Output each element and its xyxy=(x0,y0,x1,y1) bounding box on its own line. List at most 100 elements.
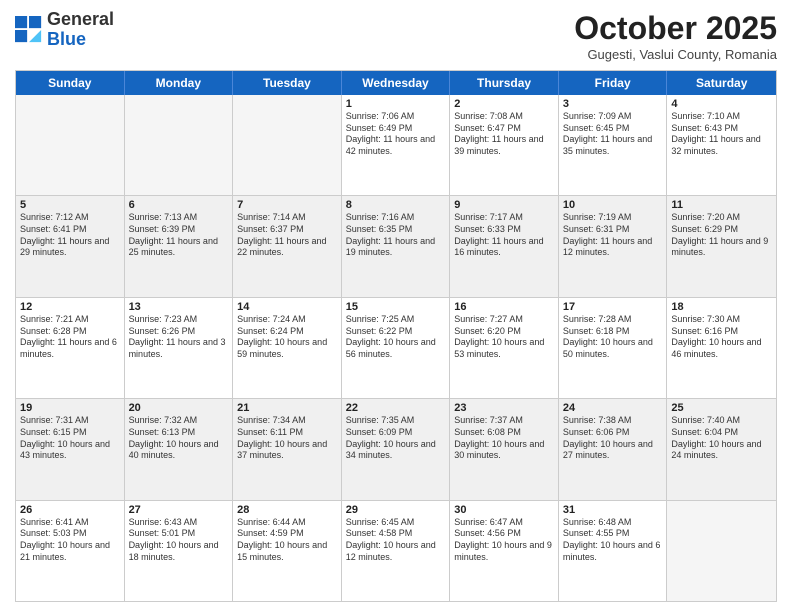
daylight-line: Daylight: 11 hours and 6 minutes. xyxy=(20,337,120,360)
sunrise-line: Sunrise: 7:17 AM xyxy=(454,212,554,224)
sunset-line: Sunset: 6:29 PM xyxy=(671,224,772,236)
calendar-week-5: 26Sunrise: 6:41 AMSunset: 5:03 PMDayligh… xyxy=(16,501,776,601)
sunrise-line: Sunrise: 7:37 AM xyxy=(454,415,554,427)
sunrise-line: Sunrise: 6:45 AM xyxy=(346,517,446,529)
daylight-line: Daylight: 10 hours and 24 minutes. xyxy=(671,439,772,462)
sunset-line: Sunset: 6:24 PM xyxy=(237,326,337,338)
calendar-cell: 7Sunrise: 7:14 AMSunset: 6:37 PMDaylight… xyxy=(233,196,342,296)
sunrise-line: Sunrise: 7:09 AM xyxy=(563,111,663,123)
daylight-line: Daylight: 10 hours and 37 minutes. xyxy=(237,439,337,462)
daylight-line: Daylight: 10 hours and 59 minutes. xyxy=(237,337,337,360)
daylight-line: Daylight: 10 hours and 9 minutes. xyxy=(454,540,554,563)
day-number: 11 xyxy=(671,199,772,211)
day-number: 18 xyxy=(671,301,772,313)
daylight-line: Daylight: 10 hours and 40 minutes. xyxy=(129,439,229,462)
calendar-cell: 30Sunrise: 6:47 AMSunset: 4:56 PMDayligh… xyxy=(450,501,559,601)
day-number: 17 xyxy=(563,301,663,313)
daylight-line: Daylight: 10 hours and 53 minutes. xyxy=(454,337,554,360)
sunrise-line: Sunrise: 7:20 AM xyxy=(671,212,772,224)
daylight-line: Daylight: 11 hours and 3 minutes. xyxy=(129,337,229,360)
day-number: 19 xyxy=(20,402,120,414)
header-day-friday: Friday xyxy=(559,71,668,95)
calendar-cell: 22Sunrise: 7:35 AMSunset: 6:09 PMDayligh… xyxy=(342,399,451,499)
sunset-line: Sunset: 4:59 PM xyxy=(237,528,337,540)
sunrise-line: Sunrise: 7:13 AM xyxy=(129,212,229,224)
calendar-cell: 25Sunrise: 7:40 AMSunset: 6:04 PMDayligh… xyxy=(667,399,776,499)
daylight-line: Daylight: 10 hours and 43 minutes. xyxy=(20,439,120,462)
day-number: 10 xyxy=(563,199,663,211)
sunrise-line: Sunrise: 7:28 AM xyxy=(563,314,663,326)
day-number: 15 xyxy=(346,301,446,313)
calendar-cell: 24Sunrise: 7:38 AMSunset: 6:06 PMDayligh… xyxy=(559,399,668,499)
daylight-line: Daylight: 10 hours and 6 minutes. xyxy=(563,540,663,563)
location-subtitle: Gugesti, Vaslui County, Romania xyxy=(574,47,777,62)
daylight-line: Daylight: 10 hours and 18 minutes. xyxy=(129,540,229,563)
day-number: 21 xyxy=(237,402,337,414)
daylight-line: Daylight: 11 hours and 25 minutes. xyxy=(129,236,229,259)
calendar-cell: 27Sunrise: 6:43 AMSunset: 5:01 PMDayligh… xyxy=(125,501,234,601)
calendar-cell: 20Sunrise: 7:32 AMSunset: 6:13 PMDayligh… xyxy=(125,399,234,499)
calendar-week-2: 5Sunrise: 7:12 AMSunset: 6:41 PMDaylight… xyxy=(16,196,776,297)
header-day-monday: Monday xyxy=(125,71,234,95)
daylight-line: Daylight: 11 hours and 19 minutes. xyxy=(346,236,446,259)
calendar-cell: 16Sunrise: 7:27 AMSunset: 6:20 PMDayligh… xyxy=(450,298,559,398)
logo: General Blue xyxy=(15,10,114,50)
sunset-line: Sunset: 6:33 PM xyxy=(454,224,554,236)
calendar-cell xyxy=(125,95,234,195)
sunset-line: Sunset: 6:26 PM xyxy=(129,326,229,338)
calendar-cell: 8Sunrise: 7:16 AMSunset: 6:35 PMDaylight… xyxy=(342,196,451,296)
sunset-line: Sunset: 6:11 PM xyxy=(237,427,337,439)
sunrise-line: Sunrise: 6:44 AM xyxy=(237,517,337,529)
calendar-cell: 31Sunrise: 6:48 AMSunset: 4:55 PMDayligh… xyxy=(559,501,668,601)
daylight-line: Daylight: 10 hours and 30 minutes. xyxy=(454,439,554,462)
sunrise-line: Sunrise: 7:27 AM xyxy=(454,314,554,326)
day-number: 12 xyxy=(20,301,120,313)
calendar-body: 1Sunrise: 7:06 AMSunset: 6:49 PMDaylight… xyxy=(16,95,776,601)
day-number: 2 xyxy=(454,98,554,110)
calendar-cell: 11Sunrise: 7:20 AMSunset: 6:29 PMDayligh… xyxy=(667,196,776,296)
sunset-line: Sunset: 6:22 PM xyxy=(346,326,446,338)
calendar-cell: 29Sunrise: 6:45 AMSunset: 4:58 PMDayligh… xyxy=(342,501,451,601)
sunset-line: Sunset: 6:35 PM xyxy=(346,224,446,236)
sunset-line: Sunset: 6:43 PM xyxy=(671,123,772,135)
sunrise-line: Sunrise: 7:14 AM xyxy=(237,212,337,224)
daylight-line: Daylight: 11 hours and 29 minutes. xyxy=(20,236,120,259)
sunset-line: Sunset: 5:01 PM xyxy=(129,528,229,540)
calendar-cell: 4Sunrise: 7:10 AMSunset: 6:43 PMDaylight… xyxy=(667,95,776,195)
sunrise-line: Sunrise: 6:47 AM xyxy=(454,517,554,529)
day-number: 5 xyxy=(20,199,120,211)
day-number: 24 xyxy=(563,402,663,414)
day-number: 29 xyxy=(346,504,446,516)
sunset-line: Sunset: 6:09 PM xyxy=(346,427,446,439)
sunrise-line: Sunrise: 7:08 AM xyxy=(454,111,554,123)
day-number: 3 xyxy=(563,98,663,110)
calendar: SundayMondayTuesdayWednesdayThursdayFrid… xyxy=(15,70,777,602)
calendar-cell: 28Sunrise: 6:44 AMSunset: 4:59 PMDayligh… xyxy=(233,501,342,601)
day-number: 27 xyxy=(129,504,229,516)
daylight-line: Daylight: 11 hours and 16 minutes. xyxy=(454,236,554,259)
calendar-week-3: 12Sunrise: 7:21 AMSunset: 6:28 PMDayligh… xyxy=(16,298,776,399)
calendar-cell: 14Sunrise: 7:24 AMSunset: 6:24 PMDayligh… xyxy=(233,298,342,398)
header-day-tuesday: Tuesday xyxy=(233,71,342,95)
day-number: 31 xyxy=(563,504,663,516)
header-day-thursday: Thursday xyxy=(450,71,559,95)
day-number: 13 xyxy=(129,301,229,313)
day-number: 8 xyxy=(346,199,446,211)
sunset-line: Sunset: 6:16 PM xyxy=(671,326,772,338)
sunrise-line: Sunrise: 7:30 AM xyxy=(671,314,772,326)
calendar-cell: 15Sunrise: 7:25 AMSunset: 6:22 PMDayligh… xyxy=(342,298,451,398)
day-number: 1 xyxy=(346,98,446,110)
logo-text: General Blue xyxy=(47,10,114,50)
day-number: 26 xyxy=(20,504,120,516)
day-number: 23 xyxy=(454,402,554,414)
calendar-week-4: 19Sunrise: 7:31 AMSunset: 6:15 PMDayligh… xyxy=(16,399,776,500)
sunrise-line: Sunrise: 7:10 AM xyxy=(671,111,772,123)
sunset-line: Sunset: 6:15 PM xyxy=(20,427,120,439)
header-day-wednesday: Wednesday xyxy=(342,71,451,95)
sunrise-line: Sunrise: 6:41 AM xyxy=(20,517,120,529)
daylight-line: Daylight: 10 hours and 15 minutes. xyxy=(237,540,337,563)
sunrise-line: Sunrise: 7:23 AM xyxy=(129,314,229,326)
daylight-line: Daylight: 11 hours and 32 minutes. xyxy=(671,134,772,157)
daylight-line: Daylight: 11 hours and 42 minutes. xyxy=(346,134,446,157)
day-number: 30 xyxy=(454,504,554,516)
